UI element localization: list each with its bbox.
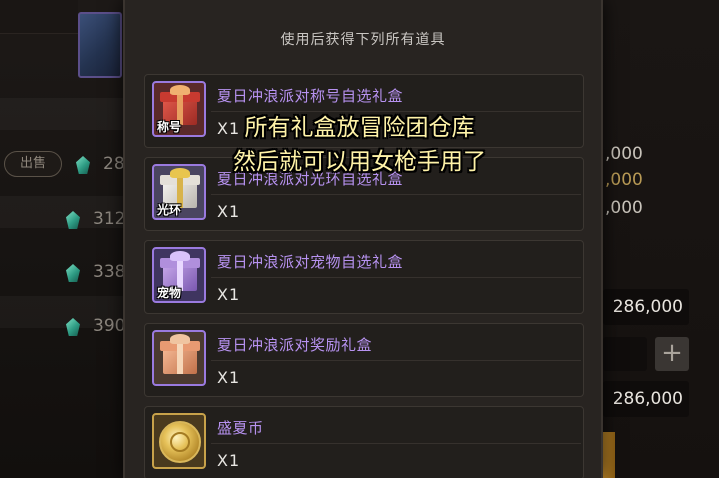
item-quantity: X1 xyxy=(217,202,241,221)
top-bar xyxy=(0,0,78,34)
item-quantity: X1 xyxy=(217,451,241,470)
character-portrait[interactable] xyxy=(78,12,122,78)
right-value: ,000 xyxy=(605,198,643,218)
item-tag: 光环 xyxy=(157,203,182,217)
price-value: 390 xyxy=(93,316,126,336)
caption-line-1: 所有礼盒放冒险团仓库 xyxy=(244,115,475,141)
caption-line-2: 然后就可以用女枪手用了 xyxy=(233,149,486,175)
popup-title: 使用后获得下列所有道具 xyxy=(280,32,446,48)
price-value: 312 xyxy=(93,209,126,229)
quantity-input[interactable] xyxy=(603,337,647,371)
item-name: 夏日冲浪派对奖励礼盒 xyxy=(217,336,373,354)
final-price-field: 286,000 xyxy=(603,381,689,417)
price-value: 338 xyxy=(93,262,126,282)
reward-item-row[interactable]: 夏日冲浪派对奖励礼盒 X1 xyxy=(144,323,584,397)
reward-item-row[interactable]: 宠物 夏日冲浪派对宠物自选礼盒 X1 xyxy=(144,240,584,314)
item-quantity: X1 xyxy=(217,285,241,304)
item-quantity: X1 xyxy=(217,368,241,387)
purple-gift-box-icon: 宠物 xyxy=(152,247,206,303)
plus-button[interactable]: + xyxy=(655,337,689,371)
total-price-field: 286,000 xyxy=(603,289,689,325)
item-tag: 宠物 xyxy=(157,286,182,300)
reward-item-row[interactable]: 盛夏币 X1 xyxy=(144,406,584,478)
orange-gift-box-icon xyxy=(152,330,206,386)
item-preview-popup: 使用后获得下列所有道具 称号 夏日冲浪派对称号自选礼盒 X1 光环 夏日冲浪派对… xyxy=(123,0,603,478)
confirm-button-edge[interactable] xyxy=(603,432,615,478)
item-name: 盛夏币 xyxy=(217,419,264,437)
gold-coin-icon xyxy=(152,413,206,469)
item-name: 夏日冲浪派对宠物自选礼盒 xyxy=(217,253,404,271)
item-name: 夏日冲浪派对称号自选礼盒 xyxy=(217,87,404,105)
